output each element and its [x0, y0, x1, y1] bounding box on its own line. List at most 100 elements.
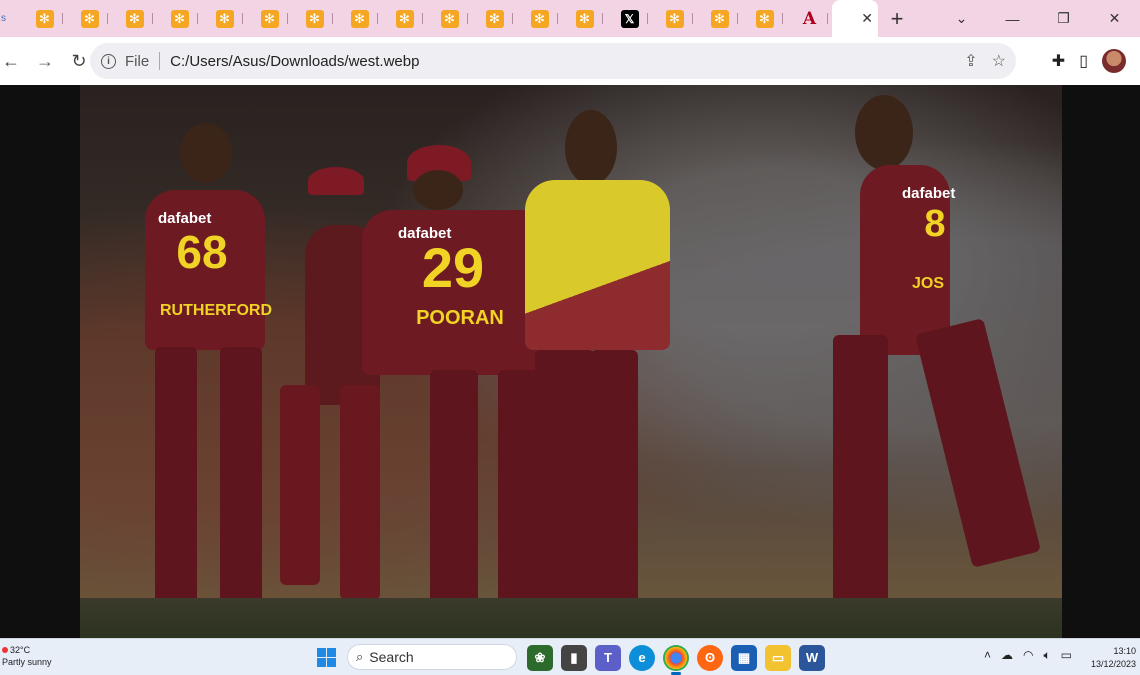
browser-tab[interactable]: ✻ [472, 0, 517, 37]
player-shirt [525, 180, 670, 350]
x-logo-icon: 𝕏 [620, 9, 639, 28]
forward-icon[interactable]: → [28, 44, 62, 78]
search-label: Search [369, 649, 414, 665]
address-bar[interactable]: i File C:/Users/Asus/Downloads/west.webp… [90, 43, 1016, 79]
window-close-icon[interactable]: ✕ [1089, 10, 1140, 27]
player-leg [915, 318, 1041, 568]
browser-tab[interactable]: ✻ [202, 0, 247, 37]
close-icon[interactable]: ✕ [861, 10, 873, 27]
browser-tab[interactable]: ✻ [247, 0, 292, 37]
jersey-number: 29 [421, 236, 485, 299]
tab-separator [692, 13, 693, 24]
browser-tab[interactable]: ✻ [427, 0, 472, 37]
tab-separator [647, 13, 648, 24]
star-icon: ✻ [440, 9, 459, 28]
tab-partial[interactable]: s [0, 0, 22, 37]
player-head [565, 110, 617, 185]
tab-separator [782, 13, 783, 24]
player-leg [220, 347, 262, 607]
star-icon: ✻ [35, 9, 54, 28]
pitch-grass [80, 598, 1062, 638]
bookmark-star-icon[interactable]: ☆ [992, 51, 1006, 71]
tab-separator [152, 13, 153, 24]
sponsor-logo: dafabet [902, 185, 956, 202]
volume-icon[interactable]: 🔈︎ [1043, 648, 1050, 663]
chrome-icon[interactable] [663, 644, 689, 675]
star-icon: ✻ [215, 9, 234, 28]
browser-tab[interactable]: A [787, 0, 832, 37]
browser-tab[interactable]: ✻ [112, 0, 157, 37]
alert-icon [2, 647, 8, 653]
browser-tab[interactable]: ✻ [292, 0, 337, 37]
star-icon: ✻ [260, 9, 279, 28]
jersey-number: 68 [176, 226, 228, 278]
share-icon[interactable]: ⇪ [964, 51, 977, 71]
tab-separator [197, 13, 198, 24]
tab-active[interactable]: ✕ [832, 0, 878, 37]
battery-icon[interactable]: ▭ [1061, 648, 1072, 663]
tab-separator [422, 13, 423, 24]
jersey-name: RUTHERFORD [160, 302, 272, 319]
avatar[interactable] [1102, 49, 1126, 73]
store-icon[interactable]: ▦ [731, 644, 757, 671]
info-icon[interactable]: i [101, 53, 116, 69]
back-icon[interactable]: ← [0, 44, 28, 78]
star-icon: ✻ [395, 9, 414, 28]
browser-tab[interactable]: ✻ [517, 0, 562, 37]
player-leg [155, 347, 197, 607]
restore-icon[interactable]: ❐ [1038, 10, 1089, 27]
tab-separator [62, 13, 63, 24]
a-logo-icon: A [802, 8, 817, 29]
player-leg [590, 350, 638, 610]
star-icon: ✻ [80, 9, 99, 28]
cap [308, 167, 364, 195]
onedrive-icon[interactable]: ☁ [1001, 648, 1013, 663]
jersey-name: POORAN [416, 307, 504, 329]
browser-tab[interactable]: ✻ [22, 0, 67, 37]
edge-icon[interactable]: e [629, 644, 655, 671]
taskbar-search[interactable]: ⌕ Search [347, 644, 517, 670]
teams-icon[interactable]: T [595, 644, 621, 671]
tab-separator [557, 13, 558, 24]
chevron-up-icon[interactable]: ˄ [984, 648, 991, 663]
browser-tab[interactable]: ✻ [67, 0, 112, 37]
tab-separator [602, 13, 603, 24]
word-icon[interactable]: W [799, 644, 825, 671]
new-tab-button[interactable]: + [878, 0, 916, 37]
tab-separator [737, 13, 738, 24]
player-leg [430, 370, 478, 610]
browser-tab[interactable]: ✻ [157, 0, 202, 37]
jersey-number: 8 [924, 203, 946, 245]
star-icon: ✻ [485, 9, 504, 28]
browser-tab[interactable]: ✻ [382, 0, 427, 37]
tab-separator [287, 13, 288, 24]
browser-tab[interactable]: ✻ [337, 0, 382, 37]
player-leg [535, 350, 595, 610]
widgets-app-icon[interactable]: ❀ [527, 644, 553, 671]
start-button[interactable] [317, 648, 336, 667]
jersey-name: JOS [911, 275, 944, 292]
side-panel-icon[interactable]: ▯ [1079, 51, 1088, 71]
tab-separator [512, 13, 513, 24]
star-icon: ✻ [530, 9, 549, 28]
address-url[interactable]: C:/Users/Asus/Downloads/west.webp [170, 53, 419, 70]
cricket-photo: dafabet 68 RUTHERFORD dafabet 29 POORAN [80, 85, 1062, 638]
minimize-icon[interactable]: — [987, 11, 1038, 27]
search-icon: ⌕ [356, 649, 364, 664]
extensions-icon[interactable]: ✚ [1052, 51, 1065, 71]
firefox-icon[interactable]: ʘ [697, 644, 723, 671]
taskbar-apps: ❀ ▮ T e ʘ ▦ ▭ W [527, 644, 825, 675]
browser-tab[interactable]: ✻ [652, 0, 697, 37]
task-view-icon[interactable]: ▮ [561, 644, 587, 671]
browser-tab[interactable]: ✻ [697, 0, 742, 37]
file-explorer-icon[interactable]: ▭ [765, 644, 791, 671]
star-icon: ✻ [710, 9, 729, 28]
browser-tab[interactable]: ✻ [742, 0, 787, 37]
weather-widget[interactable]: 32°C Partly sunny [2, 644, 52, 668]
tab-separator [377, 13, 378, 24]
browser-tab[interactable]: ✻ [562, 0, 607, 37]
browser-tab[interactable]: 𝕏 [607, 0, 652, 37]
clock[interactable]: 13:10 13/12/2023 [1091, 645, 1136, 671]
tab-search-icon[interactable]: ⌄ [936, 10, 987, 27]
wifi-icon[interactable]: ◠ [1023, 648, 1033, 663]
